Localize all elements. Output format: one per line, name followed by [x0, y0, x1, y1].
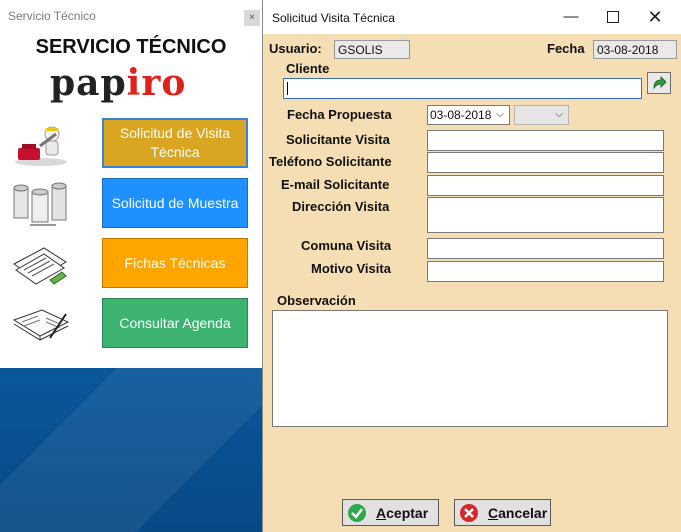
cliente-input[interactable]	[283, 78, 642, 99]
heading: SERVICIO TÉCNICO	[35, 36, 227, 58]
email-label: E-mail Solicitante	[281, 177, 390, 192]
menu-row-agenda: Consultar Agenda	[0, 298, 262, 352]
comuna-input[interactable]	[427, 238, 664, 259]
hora-select[interactable]: ⌵	[514, 105, 569, 125]
fecha-label: Fecha	[547, 41, 585, 56]
fichas-tecnicas-button[interactable]: Fichas Técnicas	[102, 238, 248, 288]
fecha-propuesta-picker[interactable]: 03-08-2018 ⌵	[427, 105, 510, 125]
usuario-field: GSOLIS	[334, 40, 410, 59]
consultar-agenda-button[interactable]: Consultar Agenda	[102, 298, 248, 348]
papiro-logo: papiro	[50, 62, 187, 104]
text-caret	[287, 82, 288, 95]
menu-row-visita: Solicitud de Visita Técnica	[0, 118, 262, 172]
minimize-button[interactable]: —	[549, 4, 593, 30]
direccion-input[interactable]	[427, 197, 664, 233]
paper-rolls-icon	[13, 182, 67, 226]
solicitante-label: Solicitante Visita	[286, 132, 390, 147]
buscar-cliente-button[interactable]	[647, 72, 671, 94]
left-window-title: Servicio Técnico	[8, 9, 96, 23]
dialog-title: Solicitud Visita Técnica	[272, 11, 395, 25]
motivo-input[interactable]	[427, 261, 664, 282]
maximize-button[interactable]	[591, 4, 635, 30]
direccion-label: Dirección Visita	[292, 199, 390, 214]
motivo-label: Motivo Visita	[311, 261, 391, 276]
checkmark-icon	[348, 503, 366, 522]
maximize-icon	[607, 11, 619, 24]
documents-icon	[13, 247, 67, 285]
chevron-down-icon: ⌵	[555, 109, 563, 120]
left-window-titlebar: Servicio Técnico ×	[0, 0, 262, 32]
email-input[interactable]	[427, 175, 664, 196]
menu-row-fichas: Fichas Técnicas	[0, 238, 262, 292]
technician-icon	[15, 126, 67, 166]
left-window-close-button[interactable]: ×	[244, 10, 260, 26]
solicitud-muestra-button[interactable]: Solicitud de Muestra	[102, 178, 248, 228]
telefono-input[interactable]	[427, 152, 664, 173]
green-arrow-icon	[653, 76, 667, 90]
solicitante-input[interactable]	[427, 130, 664, 151]
dialog-titlebar: Solicitud Visita Técnica — ✕	[263, 0, 681, 34]
fecha-propuesta-label: Fecha Propuesta	[287, 107, 392, 122]
cancel-x-icon	[460, 503, 478, 522]
menu-row-muestra: Solicitud de Muestra	[0, 178, 262, 232]
observacion-label: Observación	[277, 293, 356, 308]
comuna-label: Comuna Visita	[301, 238, 392, 253]
fecha-field: 03-08-2018	[593, 40, 677, 59]
servicio-tecnico-window: Servicio Técnico × SERVICIO TÉCNICO papi…	[0, 0, 263, 368]
usuario-label: Usuario:	[269, 41, 322, 56]
aceptar-button[interactable]: Aceptar	[342, 499, 439, 526]
close-button[interactable]: ✕	[633, 4, 677, 30]
chevron-down-icon: ⌵	[496, 109, 504, 120]
agenda-icon	[12, 309, 70, 341]
solicitud-visita-dialog: Solicitud Visita Técnica — ✕ Usuario: GS…	[262, 0, 681, 532]
solicitud-visita-button[interactable]: Solicitud de Visita Técnica	[102, 118, 248, 168]
telefono-label: Teléfono Solicitante	[269, 154, 392, 169]
cancelar-button[interactable]: Cancelar	[454, 499, 551, 526]
observacion-textarea[interactable]	[272, 310, 668, 427]
cliente-label: Cliente	[286, 61, 330, 76]
